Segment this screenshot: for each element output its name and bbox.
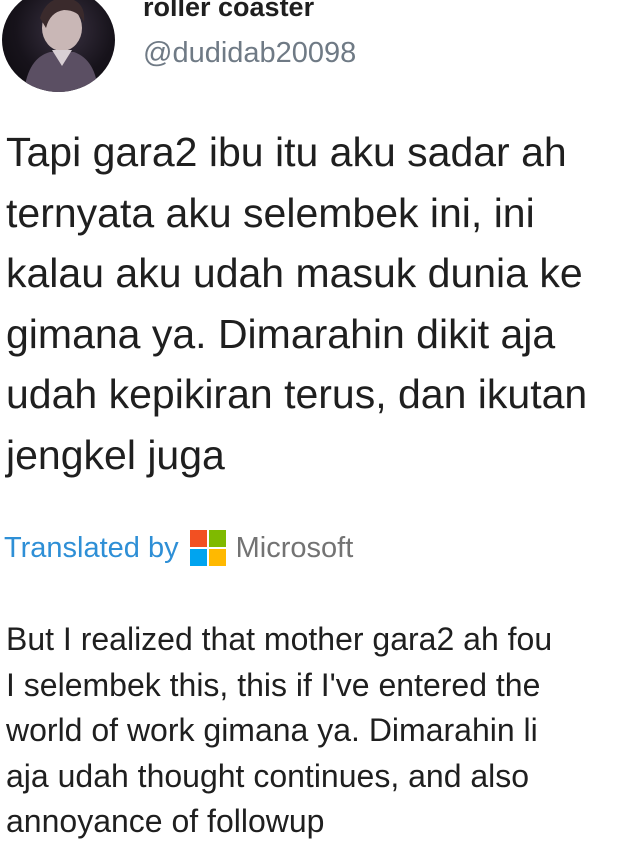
profile-photo-icon (24, 0, 98, 92)
translated-text-line: I selembek this, this if I've entered th… (6, 666, 541, 703)
translated-by-label[interactable]: Translated by (4, 532, 179, 565)
author-display-name[interactable]: roller coaster (143, 0, 314, 23)
tweet-text-line: udah kepikiran terus, dan ikutan (6, 371, 588, 417)
microsoft-logo-icon (189, 530, 226, 566)
tweet-text-line: gimana ya. Dimarahin dikit aja (6, 310, 556, 357)
tweet-text-line: Tapi gara2 ibu itu aku sadar ah (6, 129, 567, 175)
author-handle[interactable]: @dudidab20098 (143, 37, 356, 70)
translation-provider-name: Microsoft (235, 531, 354, 564)
logo-square-blue (189, 549, 207, 566)
logo-square-red (189, 530, 207, 547)
translated-by-attribution[interactable]: Translated by Microsoft (4, 527, 353, 569)
tweet-text-line: jengkel juga (6, 431, 225, 478)
avatar[interactable] (2, 0, 115, 92)
tweet-text-line: kalau aku udah masuk dunia ke (6, 250, 583, 296)
tweet-text: Tapi gara2 ibu itu aku sadar ah ternyata… (6, 122, 640, 485)
translated-text: But I realized that mother gara2 ah fou … (6, 617, 640, 845)
translated-text-line: world of work gimana ya. Dimarahin li (6, 712, 538, 748)
logo-square-green (208, 530, 226, 547)
logo-square-yellow (208, 549, 226, 566)
translated-text-line: But I realized that mother gara2 ah fou (6, 621, 553, 657)
translated-text-line: aja udah thought continues, and also (6, 757, 530, 794)
translated-text-line: annoyance of followup (6, 803, 325, 839)
tweet-text-line: ternyata aku selembek ini, ini (6, 189, 535, 236)
